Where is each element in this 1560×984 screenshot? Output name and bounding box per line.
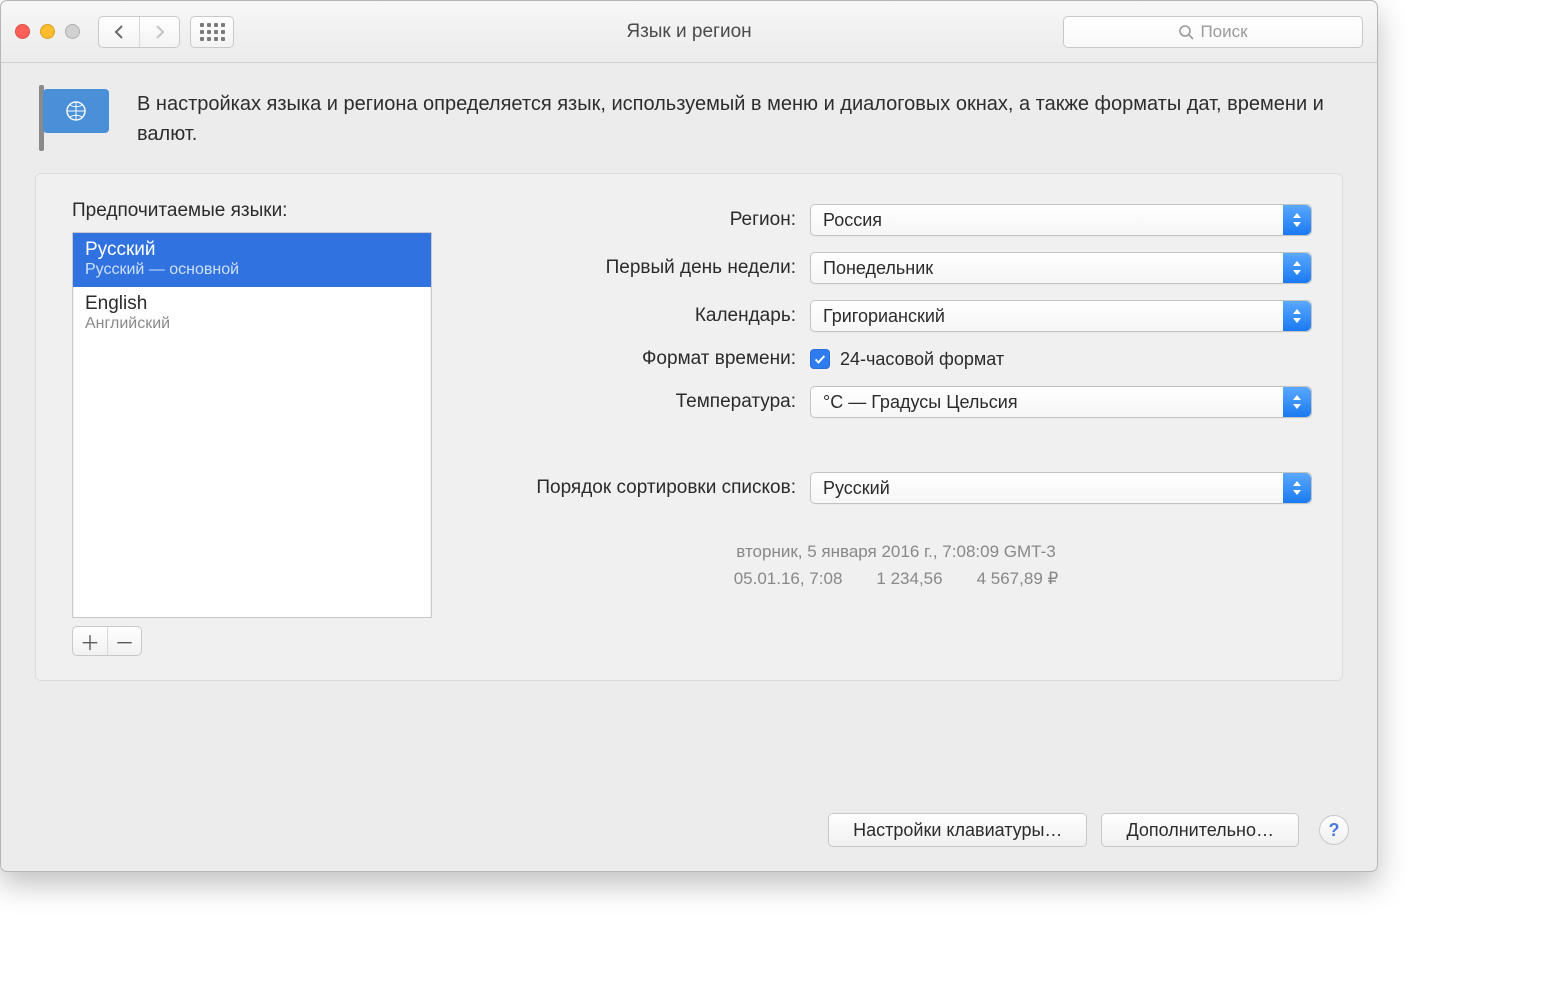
language-subtitle: Русский — основной [85, 261, 419, 279]
window-controls [15, 24, 80, 39]
first-day-label: Первый день недели: [480, 257, 810, 279]
dropdown-indicator-icon [1283, 387, 1311, 417]
chevron-right-icon [154, 24, 166, 40]
chevron-left-icon [113, 24, 125, 40]
dropdown-indicator-icon [1283, 473, 1311, 503]
language-region-window: Язык и регион Поиск В настройках языка и… [0, 0, 1378, 872]
sort-order-popup[interactable]: Русский [810, 472, 1312, 504]
region-popup[interactable]: Россия [810, 204, 1312, 236]
language-name: English [85, 293, 419, 315]
add-language-button[interactable]: ＋ [73, 627, 107, 655]
format-preview: вторник, 5 января 2016 г., 7:08:09 GMT-3… [480, 538, 1312, 592]
calendar-label: Календарь: [480, 305, 810, 327]
language-name: Русский [85, 239, 419, 261]
temperature-popup[interactable]: °C — Градусы Цельсия [810, 386, 1312, 418]
sort-order-label: Порядок сортировки списков: [480, 477, 810, 499]
language-item-english[interactable]: English Английский [73, 287, 431, 341]
languages-label: Предпочитаемые языки: [72, 200, 432, 222]
add-remove-buttons: ＋ － [72, 626, 142, 656]
minimize-window-button[interactable] [40, 24, 55, 39]
header-description: В настройках языка и региона определяетс… [137, 89, 1335, 149]
calendar-popup[interactable]: Григорианский [810, 300, 1312, 332]
settings-form: Регион: Россия Первый день недели: Понед… [480, 200, 1312, 656]
search-icon [1178, 24, 1194, 40]
forward-button [139, 17, 179, 47]
help-button[interactable]: ? [1319, 815, 1349, 845]
language-subtitle: Английский [85, 315, 419, 333]
languages-list[interactable]: Русский Русский — основной English Англи… [72, 232, 432, 618]
preview-number: 1 234,56 [876, 565, 942, 592]
time-format-label: Формат времени: [480, 348, 810, 370]
language-item-russian[interactable]: Русский Русский — основной [73, 233, 431, 287]
first-day-value: Понедельник [823, 258, 933, 279]
preview-currency: 4 567,89 ₽ [977, 565, 1059, 592]
back-button[interactable] [99, 17, 139, 47]
checkmark-icon [813, 352, 827, 366]
titlebar: Язык и регион Поиск [1, 1, 1377, 63]
nav-back-forward [98, 16, 180, 48]
temperature-value: °C — Градусы Цельсия [823, 392, 1018, 413]
un-flag-icon [39, 89, 113, 143]
dropdown-indicator-icon [1283, 301, 1311, 331]
preview-long-date: вторник, 5 января 2016 г., 7:08:09 GMT-3 [480, 538, 1312, 565]
dropdown-indicator-icon [1283, 205, 1311, 235]
24h-checkbox-label: 24-часовой формат [840, 349, 1004, 370]
region-value: Россия [823, 210, 882, 231]
search-field[interactable]: Поиск [1063, 16, 1363, 48]
24h-checkbox[interactable] [810, 349, 830, 369]
temperature-label: Температура: [480, 391, 810, 413]
header-description-row: В настройках языка и региона определяетс… [1, 63, 1377, 157]
grid-icon [200, 23, 225, 41]
region-label: Регион: [480, 209, 810, 231]
footer-buttons: Настройки клавиатуры… Дополнительно… ? [1, 795, 1377, 871]
show-all-prefs-button[interactable] [190, 16, 234, 48]
settings-group: Предпочитаемые языки: Русский Русский — … [35, 173, 1343, 681]
dropdown-indicator-icon [1283, 253, 1311, 283]
zoom-window-button [65, 24, 80, 39]
preview-short-date: 05.01.16, 7:08 [734, 565, 843, 592]
search-placeholder: Поиск [1200, 22, 1247, 42]
languages-column: Предпочитаемые языки: Русский Русский — … [72, 200, 432, 656]
first-day-popup[interactable]: Понедельник [810, 252, 1312, 284]
sort-order-value: Русский [823, 478, 890, 499]
remove-language-button[interactable]: － [107, 627, 141, 655]
calendar-value: Григорианский [823, 306, 945, 327]
keyboard-settings-button[interactable]: Настройки клавиатуры… [828, 813, 1087, 847]
close-window-button[interactable] [15, 24, 30, 39]
advanced-button[interactable]: Дополнительно… [1101, 813, 1299, 847]
